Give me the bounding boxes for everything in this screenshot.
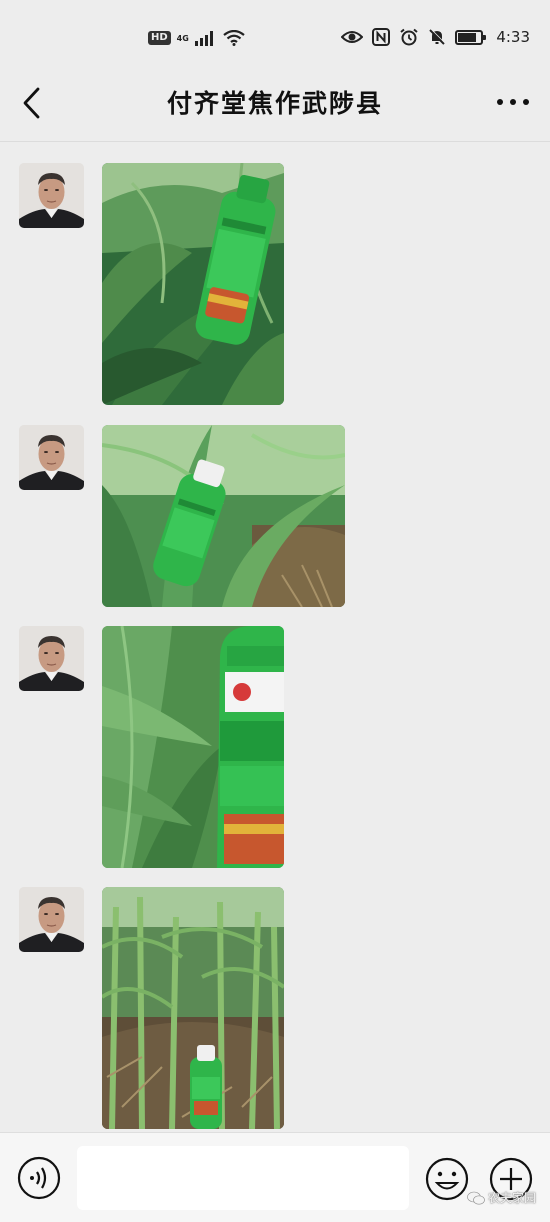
message-list[interactable]	[0, 142, 550, 1132]
chat-title: 付齐堂焦作武陟县	[166, 89, 383, 118]
status-right: 4:33	[341, 28, 530, 46]
status-left: HD 4G	[148, 30, 245, 46]
alarm-icon	[400, 28, 418, 46]
emoji-icon[interactable]	[424, 1156, 470, 1202]
image-message[interactable]	[102, 626, 284, 868]
status-bar: HD 4G 4:33	[0, 0, 550, 62]
image-message[interactable]	[102, 887, 284, 1129]
wifi-icon	[223, 30, 245, 46]
status-time: 4:33	[496, 28, 530, 46]
avatar[interactable]	[19, 425, 84, 490]
nfc-icon	[372, 28, 391, 46]
watermark: 农夫家园	[467, 1189, 536, 1206]
image-message[interactable]	[102, 163, 284, 405]
watermark-text: 农夫家园	[487, 1191, 536, 1205]
voice-icon[interactable]	[17, 1156, 61, 1200]
chat-header: 付齐堂焦作武陟县	[0, 62, 550, 142]
eye-icon	[341, 31, 364, 43]
mute-icon	[429, 28, 446, 45]
battery-icon	[455, 29, 487, 45]
more-dots-icon[interactable]	[496, 92, 530, 112]
network-type: 4G	[176, 33, 189, 43]
avatar[interactable]	[19, 626, 84, 691]
signal-icon	[194, 31, 213, 46]
wechat-icon	[467, 1191, 485, 1204]
message-input[interactable]	[77, 1146, 409, 1210]
avatar[interactable]	[19, 163, 84, 228]
fertilizer-bottle	[217, 626, 284, 868]
battery-fill	[458, 32, 477, 42]
input-bar: 农夫家园	[0, 1132, 550, 1222]
image-message[interactable]	[102, 425, 345, 607]
hd-badge: HD	[148, 31, 171, 45]
avatar[interactable]	[19, 887, 84, 952]
